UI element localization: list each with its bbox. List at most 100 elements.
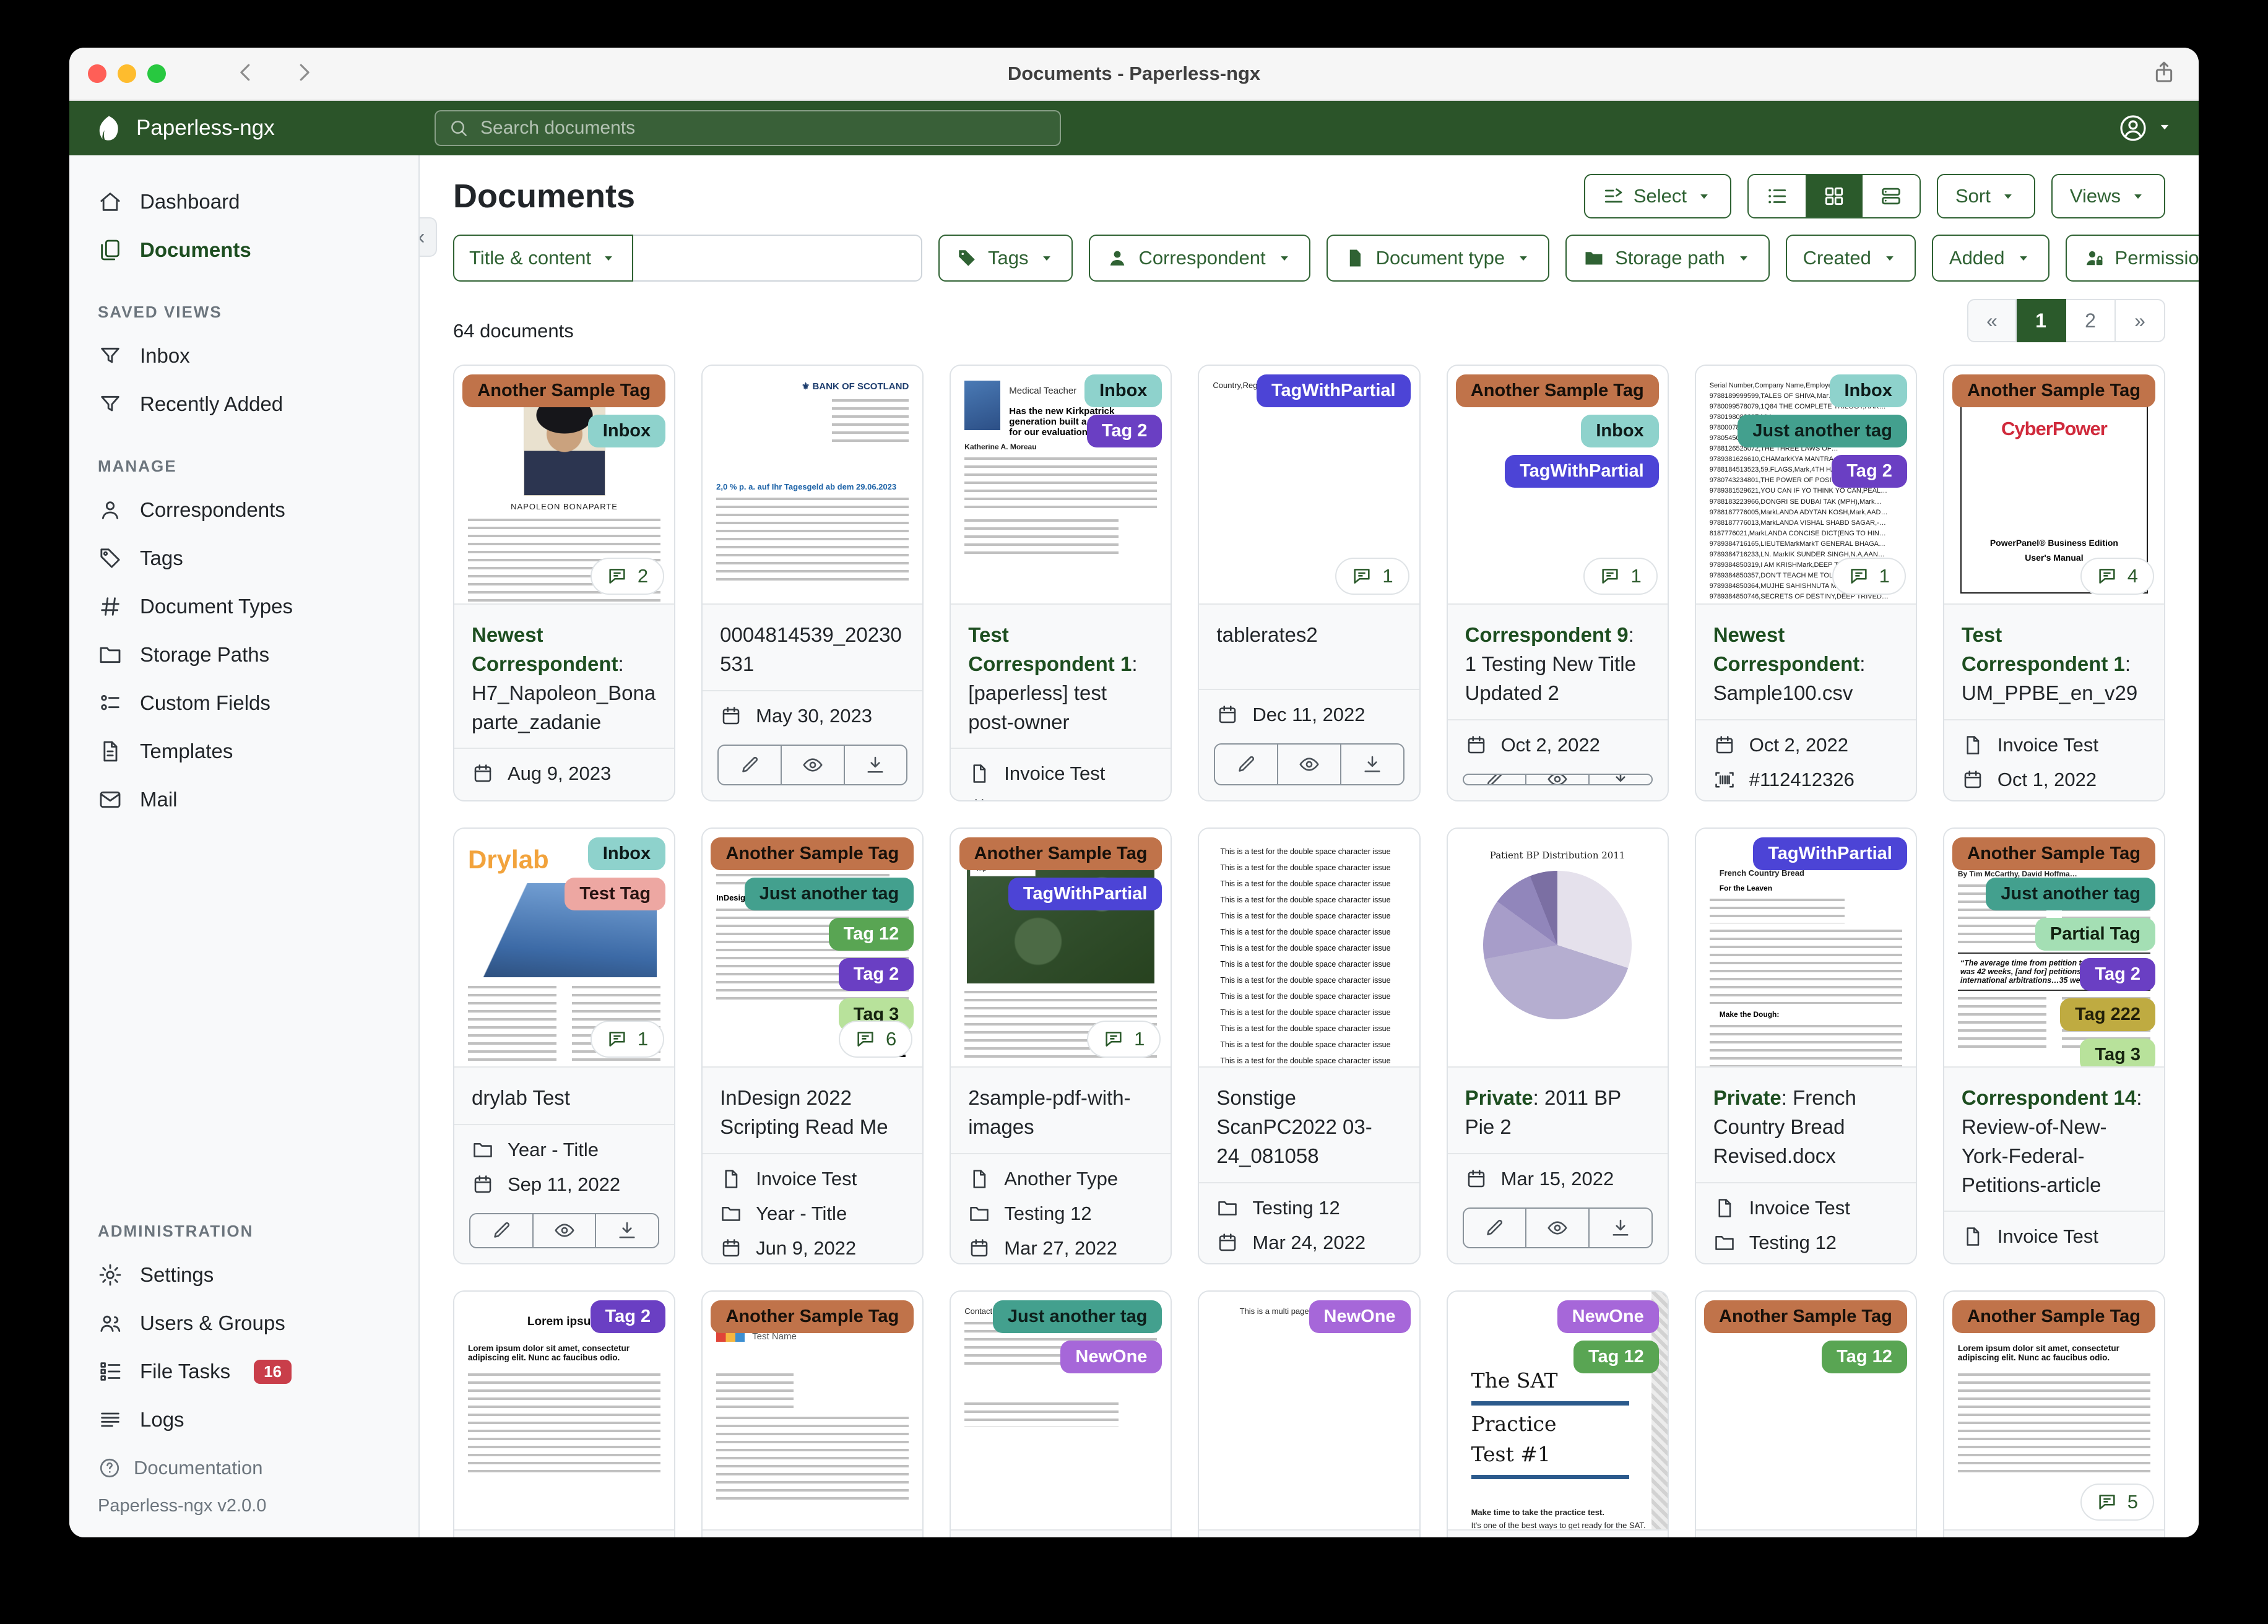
tag-partial-tag[interactable]: Partial Tag	[2035, 918, 2155, 951]
document-card[interactable]: Boundary Waters TripAnother Sample TagTa…	[950, 827, 1172, 1264]
correspondent-link[interactable]: Private	[1713, 1086, 1781, 1109]
correspondent-link[interactable]: Newest Correspondent	[1713, 623, 1860, 675]
document-title[interactable]: Private: 2011 BP Pie 2	[1447, 1068, 1668, 1154]
sidebar-item-document-types[interactable]: Document Types	[69, 582, 418, 631]
tag-tag-2[interactable]: Tag 2	[590, 1300, 666, 1333]
correspondent-link[interactable]: Newest Correspondent	[472, 623, 618, 675]
download-button[interactable]	[843, 745, 907, 784]
tag-another-sample-tag[interactable]: Another Sample Tag	[1952, 1300, 2155, 1333]
title-content-input[interactable]	[633, 235, 922, 282]
tag-another-sample-tag[interactable]: Another Sample Tag	[1952, 374, 2155, 407]
tag-tag-2[interactable]: Tag 2	[2080, 958, 2155, 991]
document-title[interactable]	[454, 1531, 674, 1537]
permissions-filter-button[interactable]: Permissions	[2065, 235, 2199, 282]
document-card[interactable]: Review of Arbitral Awards Shows Swift Re…	[1942, 827, 2165, 1264]
tag-another-sample-tag[interactable]: Another Sample Tag	[1952, 837, 2155, 870]
sidebar-item-tags[interactable]: Tags	[69, 534, 418, 582]
close-window-button[interactable]	[88, 64, 106, 83]
correspondent-filter-button[interactable]: Correspondent	[1089, 235, 1310, 282]
document-preview[interactable]: Lorem ipsumLorem ipsum dolor sit amet, c…	[1944, 1292, 2164, 1531]
document-card[interactable]: one,1.0five,5.0Another Sample TagInboxTa…	[1446, 365, 1669, 801]
share-icon[interactable]	[2152, 60, 2176, 88]
tag-another-sample-tag[interactable]: Another Sample Tag	[462, 374, 666, 407]
meta-date[interactable]: Mar 27, 2022	[968, 1237, 1153, 1259]
document-title[interactable]: Correspondent 9: 1 Testing New Title Upd…	[1447, 605, 1668, 720]
tag-another-sample-tag[interactable]: Another Sample Tag	[1455, 374, 1659, 407]
created-filter-button[interactable]: Created	[1785, 235, 1916, 282]
document-preview[interactable]: one,1.0five,5.0Another Sample TagInboxTa…	[1447, 366, 1668, 605]
comment-count-badge[interactable]: 6	[839, 1021, 913, 1058]
document-preview[interactable]: Lorem ipsumLorem ipsum dolor sit amet, c…	[454, 1292, 675, 1531]
meta-date[interactable]: Mar 24, 2022	[1216, 1232, 1401, 1254]
meta-date[interactable]: Dec 11, 2022	[1216, 704, 1401, 726]
meta-type[interactable]: Invoice Test	[1962, 1225, 2147, 1248]
document-card[interactable]: Lorem ipsumLorem ipsum dolor sit amet, c…	[453, 1290, 676, 1537]
document-preview[interactable]: ⚜ BANK OF SCOTLAND 2,0 % p. a. auf Ihr Ta…	[703, 366, 923, 605]
app-brand[interactable]: Paperless-ngx	[94, 114, 435, 142]
minimize-window-button[interactable]	[118, 64, 136, 83]
tag-tag-12[interactable]: Tag 12	[828, 918, 914, 951]
comment-count-badge[interactable]: 1	[590, 1021, 665, 1058]
document-title[interactable]: tablerates2	[1199, 605, 1419, 690]
comment-count-badge[interactable]: 1	[1335, 558, 1409, 595]
global-search[interactable]	[435, 110, 1061, 146]
document-preview[interactable]: CyberPower PowerPanel® Business Edition Us…	[1944, 366, 2164, 605]
correspondent-link[interactable]: Private	[1465, 1086, 1533, 1109]
meta-date[interactable]: Oct 2, 2022	[1713, 734, 1898, 756]
download-button[interactable]	[1340, 745, 1403, 784]
sidebar-collapse-button[interactable]: «	[420, 217, 437, 257]
document-title[interactable]	[1199, 1531, 1419, 1537]
view-button[interactable]	[532, 1214, 595, 1247]
tag-tagwithpartial[interactable]: TagWithPartial	[1008, 878, 1162, 910]
document-title[interactable]: Test Correspondent 1: UM_PPBE_en_v29	[1944, 605, 2164, 720]
meta-date[interactable]: Aug 9, 2023	[472, 762, 657, 785]
tag-tagwithpartial[interactable]: TagWithPartial	[1256, 374, 1411, 407]
sidebar-item-correspondents[interactable]: Correspondents	[69, 486, 418, 534]
correspondent-link[interactable]: Test Correspondent 1	[1962, 623, 2125, 675]
tag-tag-2[interactable]: Tag 2	[838, 958, 914, 991]
document-preview[interactable]: The SAT Practice Test #1 Make time to take …	[1447, 1292, 1668, 1531]
tag-newone[interactable]: NewOne	[1060, 1341, 1162, 1373]
meta-type[interactable]: Invoice Test	[720, 1168, 905, 1190]
meta-date[interactable]: Mar 25, 2023	[968, 797, 1153, 800]
document-type-filter-button[interactable]: Document type	[1326, 235, 1550, 282]
grid-view-button[interactable]	[1806, 175, 1863, 217]
download-button[interactable]	[1588, 1208, 1651, 1247]
document-preview[interactable]: Contact Sheet DemoJust another tagNewOne	[951, 1292, 1171, 1531]
comment-count-badge[interactable]: 4	[2080, 558, 2154, 595]
tag-inbox[interactable]: Inbox	[1829, 374, 1907, 407]
document-preview[interactable]: French Country Bread For the Leaven Make t…	[1695, 829, 1916, 1068]
document-card[interactable]: Test Name Another Sample Tag	[701, 1290, 924, 1537]
edit-button[interactable]	[1215, 745, 1277, 784]
comment-count-badge[interactable]: 1	[1583, 558, 1658, 595]
document-card[interactable]: Patient BP Distribution 2011 Private: 20…	[1446, 827, 1669, 1264]
view-button[interactable]	[780, 745, 844, 784]
download-button[interactable]	[1588, 774, 1651, 784]
document-card[interactable]: This is a multi page document. Page 1.Ne…	[1198, 1290, 1421, 1537]
tag-another-sample-tag[interactable]: Another Sample Tag	[711, 1300, 914, 1333]
sidebar-item-inbox[interactable]: Inbox	[69, 332, 418, 380]
document-preview[interactable]: Test Name Another Sample Tag	[703, 1292, 923, 1531]
sidebar-item-documents[interactable]: Documents	[69, 226, 418, 274]
document-card[interactable]: French Country Bread For the Leaven Make t…	[1694, 827, 1917, 1264]
sidebar-item-logs[interactable]: Logs	[69, 1396, 418, 1444]
zoom-window-button[interactable]	[147, 64, 166, 83]
document-preview[interactable]: NAPOLEON BONAPARTE Another Sample Tag Inbo…	[454, 366, 675, 605]
storage-path-filter-button[interactable]: Storage path	[1565, 235, 1770, 282]
tag-just-another-tag[interactable]: Just another tag	[744, 878, 914, 910]
meta-path[interactable]: Testing 12	[1713, 1232, 1898, 1254]
tag-inbox[interactable]: Inbox	[1581, 415, 1659, 447]
meta-path[interactable]: Testing 12	[968, 1203, 1153, 1225]
tag-test-tag[interactable]: Test Tag	[565, 878, 666, 910]
meta-path[interactable]: Testing 12	[1962, 1260, 2147, 1263]
document-card[interactable]: Country,Region/State,“…TagWithPartial 1 …	[1198, 365, 1421, 801]
document-title[interactable]	[1944, 1531, 2164, 1537]
view-button[interactable]	[1525, 1208, 1588, 1247]
document-title[interactable]: Correspondent 14: Review-of-New-York-Fed…	[1944, 1068, 2164, 1212]
document-card[interactable]: NAPOLEON BONAPARTE Another Sample Tag Inbo…	[453, 365, 676, 801]
correspondent-link[interactable]: Correspondent 9	[1465, 623, 1629, 646]
tags-filter-button[interactable]: Tags	[938, 235, 1073, 282]
sidebar-item-templates[interactable]: Templates	[69, 727, 418, 775]
document-title[interactable]	[1448, 1531, 1668, 1537]
meta-type[interactable]: Invoice Test	[1713, 1197, 1898, 1219]
